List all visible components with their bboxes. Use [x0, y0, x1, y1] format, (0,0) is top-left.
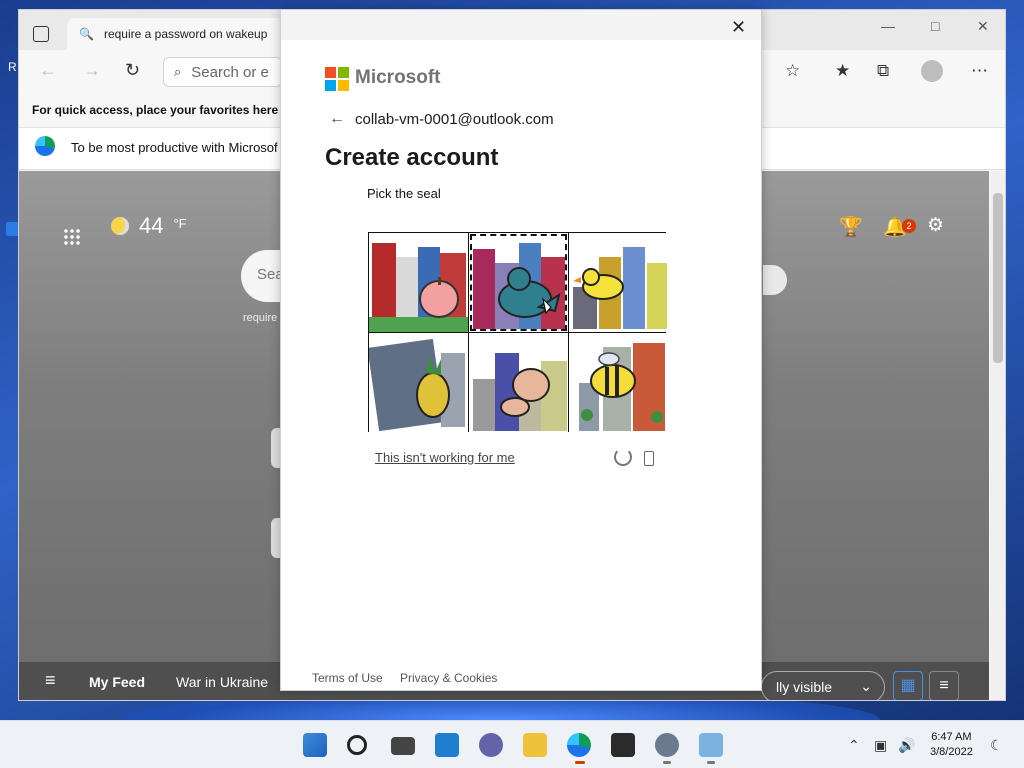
- forward-icon[interactable]: →: [83, 60, 101, 81]
- captcha-cell-duck[interactable]: [569, 233, 668, 332]
- visibility-dropdown[interactable]: lly visible ⌄: [761, 671, 885, 700]
- clock-date: 3/8/2022: [930, 746, 973, 758]
- pig-image: [473, 353, 567, 431]
- hamburger-menu-icon[interactable]: ≡: [45, 670, 56, 691]
- dialog-close-icon[interactable]: ✕: [731, 17, 746, 38]
- list-layout-button[interactable]: ≡: [929, 671, 959, 700]
- scrollbar-thumb[interactable]: [993, 193, 1003, 363]
- duck-image: [573, 247, 667, 329]
- collections-icon[interactable]: ⧉: [877, 61, 889, 81]
- grid-layout-button[interactable]: ▦: [893, 671, 923, 700]
- refresh-icon[interactable]: ↻: [125, 60, 140, 81]
- address-placeholder: Search or e: [191, 63, 269, 81]
- terms-of-use-link[interactable]: Terms of Use: [312, 671, 383, 685]
- notifications-icon[interactable]: ☾: [990, 737, 1003, 754]
- bee-image: [579, 343, 665, 431]
- captcha-cell-bee[interactable]: [569, 333, 668, 432]
- seal-image: [473, 243, 565, 329]
- apple-image: [369, 243, 468, 332]
- edge-active-indicator: [575, 761, 585, 764]
- page-title: Create account: [325, 144, 499, 171]
- chevron-down-icon: ⌄: [860, 678, 872, 694]
- dialog-titlebar: [281, 10, 761, 40]
- chat-icon[interactable]: [479, 733, 503, 757]
- settings-indicator: [663, 761, 671, 764]
- rewards-icon[interactable]: 🏆: [839, 215, 863, 239]
- captcha-refresh-icon[interactable]: [614, 448, 632, 466]
- weather-widget[interactable]: 44 °F: [111, 213, 187, 239]
- feed-my-feed[interactable]: My Feed: [89, 674, 145, 690]
- control-panel-icon[interactable]: [699, 733, 723, 757]
- weather-temp: 44: [139, 213, 164, 238]
- clock[interactable]: 6:47 AM 3/8/2022: [930, 730, 973, 760]
- captcha-cell-pineapple[interactable]: [369, 333, 468, 432]
- search-icon: 🔍: [79, 27, 94, 41]
- captcha-cell-pig[interactable]: [469, 333, 568, 432]
- ntp-search-hint: require: [243, 312, 278, 324]
- privacy-cookies-link[interactable]: Privacy & Cookies: [400, 671, 497, 685]
- address-bar[interactable]: ⌕ Search or e: [163, 57, 283, 87]
- search-icon: ⌕: [174, 64, 182, 79]
- more-icon[interactable]: ⋯: [971, 61, 988, 81]
- store-icon[interactable]: [611, 733, 635, 757]
- captcha-grid: [368, 232, 668, 432]
- volume-icon[interactable]: 🔊: [898, 737, 915, 754]
- help-link[interactable]: This isn't working for me: [375, 450, 515, 465]
- start-icon[interactable]: [303, 733, 327, 757]
- captcha-prompt: Pick the seal: [367, 186, 441, 201]
- taskbar: [0, 720, 1024, 768]
- network-icon[interactable]: ▣: [874, 737, 887, 754]
- back-arrow-icon[interactable]: ←: [329, 110, 345, 128]
- add-favorite-icon[interactable]: ☆: [785, 61, 800, 81]
- captcha-audio-icon[interactable]: [644, 451, 654, 466]
- feed-war-in-ukraine[interactable]: War in Ukraine: [176, 674, 268, 690]
- back-icon[interactable]: ←: [39, 60, 57, 81]
- info-text: To be most productive with Microsof: [71, 140, 278, 155]
- captcha-cell-seal[interactable]: [469, 233, 568, 332]
- weather-unit: °F: [173, 215, 187, 231]
- maximize-icon[interactable]: □: [931, 18, 939, 34]
- file-explorer-icon[interactable]: [523, 733, 547, 757]
- settings-gear-icon[interactable]: ⚙: [927, 214, 944, 237]
- chevron-up-icon[interactable]: ⌃: [848, 737, 860, 754]
- account-back-row[interactable]: ← collab-vm-0001@outlook.com: [329, 110, 554, 128]
- profile-avatar[interactable]: [921, 60, 943, 82]
- task-view-icon[interactable]: [391, 737, 415, 755]
- moon-icon: [111, 217, 129, 235]
- clock-time: 6:47 AM: [931, 731, 972, 743]
- notification-badge: 2: [902, 219, 916, 233]
- account-email: collab-vm-0001@outlook.com: [355, 110, 554, 128]
- microsoft-brand: Microsoft: [355, 67, 441, 88]
- tab-title: require a password on wakeup: [103, 27, 268, 41]
- settings-icon[interactable]: [655, 733, 679, 757]
- microsoft-logo-icon: [325, 67, 349, 91]
- tab-actions-icon[interactable]: [33, 26, 49, 42]
- create-account-dialog: ✕ Microsoft ← collab-vm-0001@outlook.com…: [280, 9, 762, 691]
- edge-icon[interactable]: [567, 733, 591, 757]
- close-icon[interactable]: ✕: [977, 18, 989, 35]
- edge-logo-icon: [35, 136, 55, 156]
- pineapple-image: [369, 338, 465, 432]
- favorites-icon[interactable]: ★: [835, 61, 850, 81]
- apps-grid-icon[interactable]: [63, 228, 81, 246]
- browser-tab[interactable]: 🔍 require a password on wakeup: [67, 18, 285, 50]
- widgets-icon[interactable]: [435, 733, 459, 757]
- desktop-icon-partial[interactable]: R: [8, 60, 17, 74]
- minimize-icon[interactable]: —: [881, 18, 895, 34]
- search-icon[interactable]: [347, 735, 367, 755]
- control-panel-indicator: [707, 761, 715, 764]
- visibility-label: lly visible: [776, 679, 833, 695]
- captcha-cell-apple[interactable]: [369, 233, 468, 332]
